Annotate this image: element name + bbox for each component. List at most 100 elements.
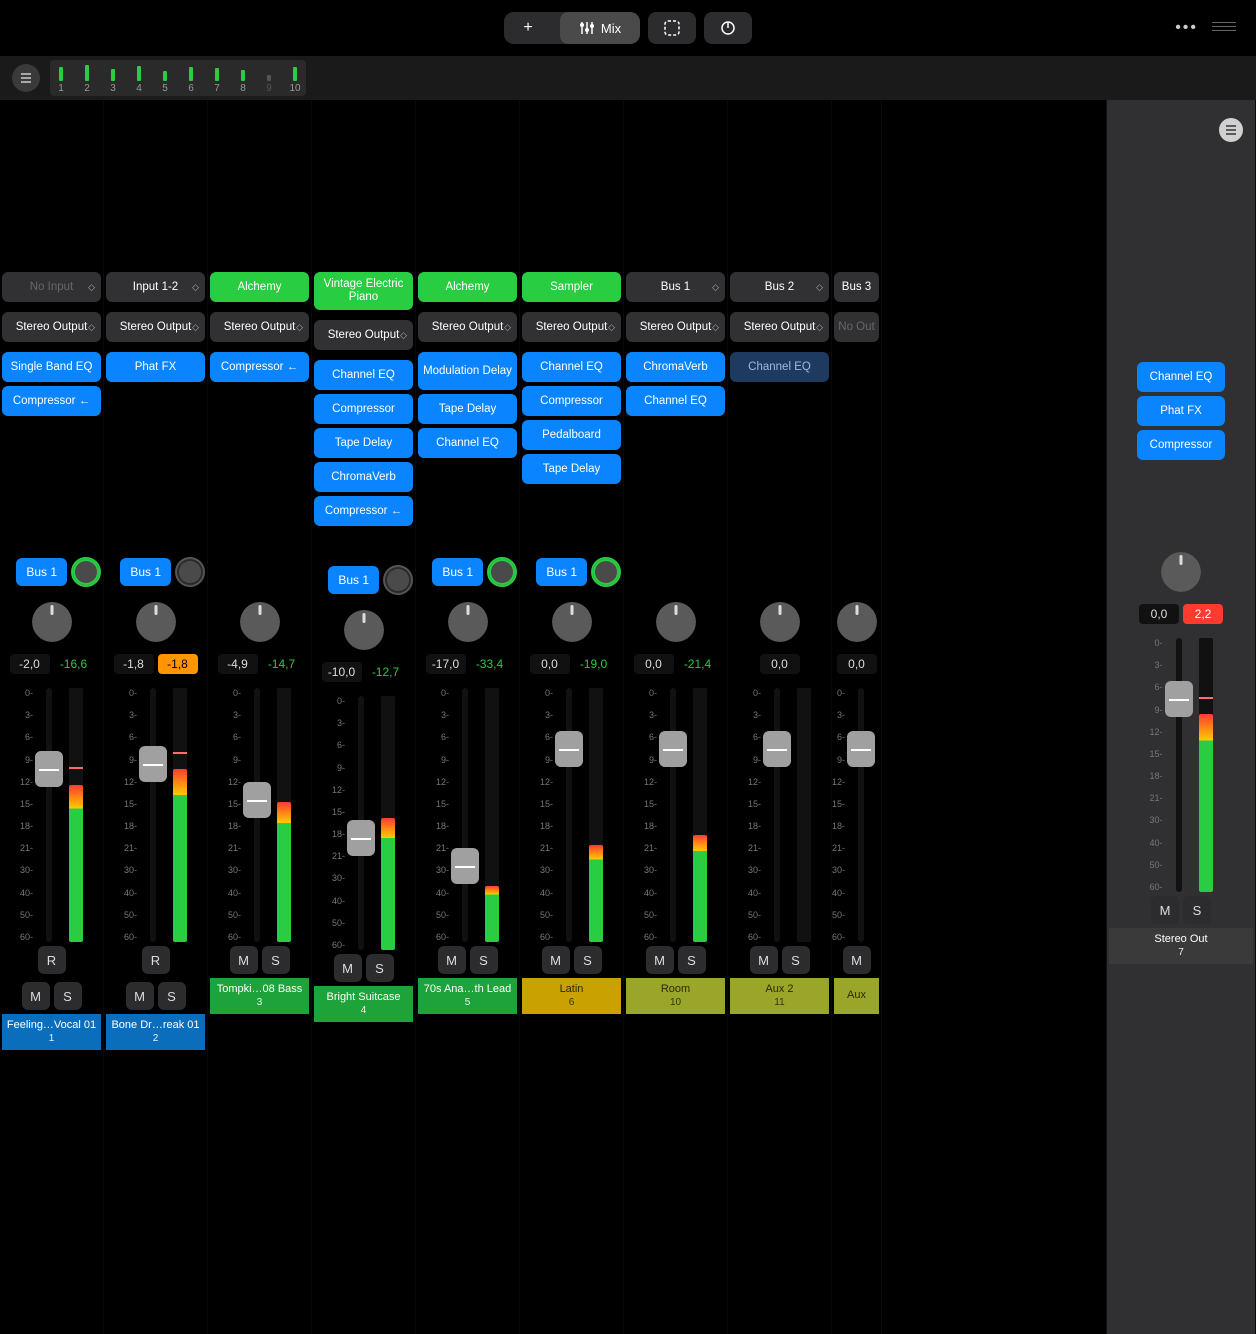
fader[interactable] xyxy=(555,688,583,942)
fader-cap[interactable] xyxy=(35,751,63,787)
solo-button[interactable]: S xyxy=(1183,896,1211,924)
track-name-plate[interactable]: Room 10 xyxy=(626,978,725,1014)
record-button[interactable]: R xyxy=(38,946,66,974)
pan-knob[interactable] xyxy=(448,602,488,642)
channel-slot[interactable]: Alchemy xyxy=(210,272,309,302)
channel-slot[interactable]: Phat FX xyxy=(106,352,205,382)
channel-slot[interactable]: Channel EQ xyxy=(522,352,621,382)
channel-slot[interactable]: Channel EQ xyxy=(1137,362,1225,392)
channel-slot[interactable]: Stereo Output◇ xyxy=(522,312,621,342)
fader[interactable] xyxy=(451,688,479,942)
fader[interactable] xyxy=(847,688,875,942)
channel-slot[interactable]: Compressor ← xyxy=(210,352,309,382)
master-menu-button[interactable] xyxy=(1219,118,1243,142)
track-name-plate[interactable]: 70s Ana…th Lead 5 xyxy=(418,978,517,1014)
channel-slot[interactable]: Input 1-2◇ xyxy=(106,272,205,302)
overview-track[interactable]: 1 xyxy=(54,67,68,94)
mix-button[interactable]: Mix xyxy=(560,12,640,44)
overview-track[interactable]: 4 xyxy=(132,66,146,94)
pan-knob[interactable] xyxy=(240,602,280,642)
more-button[interactable]: ••• xyxy=(1175,19,1198,37)
track-name-plate[interactable]: Feeling…Vocal 01 1 xyxy=(2,1014,101,1050)
fader[interactable] xyxy=(243,688,271,942)
channel-slot[interactable]: Stereo Output◇ xyxy=(2,312,101,342)
channel-slot[interactable]: Sampler xyxy=(522,272,621,302)
mute-button[interactable]: M xyxy=(646,946,674,974)
channel-slot[interactable]: Pedalboard xyxy=(522,420,621,450)
channel-slot[interactable]: Modulation Delay xyxy=(418,352,517,390)
overview-track[interactable]: 10 xyxy=(288,67,302,94)
mute-button[interactable]: M xyxy=(334,954,362,982)
channel-slot[interactable]: Phat FX xyxy=(1137,396,1225,426)
fader-cap[interactable] xyxy=(1165,681,1193,717)
fader[interactable] xyxy=(763,688,791,942)
send-button[interactable]: Bus 1 xyxy=(536,558,587,586)
send-button[interactable]: Bus 1 xyxy=(432,558,483,586)
channel-slot[interactable]: ChromaVerb xyxy=(626,352,725,382)
channel-slot[interactable]: Channel EQ xyxy=(730,352,829,382)
mute-button[interactable]: M xyxy=(750,946,778,974)
fader[interactable] xyxy=(35,688,63,942)
send-button[interactable]: Bus 1 xyxy=(120,558,171,586)
send-button[interactable]: Bus 1 xyxy=(16,558,67,586)
fader-cap[interactable] xyxy=(139,746,167,782)
overview-track[interactable]: 8 xyxy=(236,70,250,94)
send-knob[interactable] xyxy=(175,557,205,587)
solo-button[interactable]: S xyxy=(782,946,810,974)
channel-slot[interactable]: Compressor xyxy=(522,386,621,416)
channel-slot[interactable]: Bus 3 xyxy=(834,272,879,302)
pan-knob[interactable] xyxy=(552,602,592,642)
send-button[interactable]: Bus 1 xyxy=(328,566,379,594)
fader-cap[interactable] xyxy=(659,731,687,767)
overview-track[interactable]: 7 xyxy=(210,68,224,94)
pan-knob[interactable] xyxy=(32,602,72,642)
channel-slot[interactable]: Tape Delay xyxy=(522,454,621,484)
power-button[interactable] xyxy=(704,12,752,44)
record-button[interactable]: R xyxy=(142,946,170,974)
fader-cap[interactable] xyxy=(347,820,375,856)
channel-slot[interactable]: Stereo Output◇ xyxy=(210,312,309,342)
track-name-plate[interactable]: Bright Suitcase 4 xyxy=(314,986,413,1022)
channel-slot[interactable]: Tape Delay xyxy=(314,428,413,458)
mute-button[interactable]: M xyxy=(843,946,871,974)
drag-handle-icon[interactable] xyxy=(1212,22,1236,34)
channel-slot[interactable]: Vintage Electric Piano xyxy=(314,272,413,310)
track-name-plate[interactable]: Stereo Out 7 xyxy=(1109,928,1253,964)
overview-menu-button[interactable] xyxy=(12,64,40,92)
pan-knob[interactable] xyxy=(136,602,176,642)
track-name-plate[interactable]: Aux 2 11 xyxy=(730,978,829,1014)
overview-track[interactable]: 5 xyxy=(158,71,172,94)
track-name-plate[interactable]: Aux xyxy=(834,978,879,1014)
channel-slot[interactable]: Stereo Output◇ xyxy=(314,320,413,350)
send-knob[interactable] xyxy=(71,557,101,587)
channel-slot[interactable]: Alchemy xyxy=(418,272,517,302)
send-knob[interactable] xyxy=(383,565,413,595)
solo-button[interactable]: S xyxy=(54,982,82,1010)
pan-knob[interactable] xyxy=(656,602,696,642)
channel-slot[interactable]: Single Band EQ xyxy=(2,352,101,382)
solo-button[interactable]: S xyxy=(158,982,186,1010)
send-knob[interactable] xyxy=(591,557,621,587)
channel-slot[interactable]: ChromaVerb xyxy=(314,462,413,492)
channel-slot[interactable]: Stereo Output◇ xyxy=(106,312,205,342)
mute-button[interactable]: M xyxy=(230,946,258,974)
fader[interactable] xyxy=(347,696,375,950)
fader-cap[interactable] xyxy=(847,731,875,767)
channel-slot[interactable]: Compressor xyxy=(1137,430,1225,460)
overview-track[interactable]: 9 xyxy=(262,75,276,94)
fader[interactable] xyxy=(1165,638,1193,892)
solo-button[interactable]: S xyxy=(366,954,394,982)
mute-button[interactable]: M xyxy=(542,946,570,974)
overview-tracks[interactable]: 12345678910 xyxy=(50,60,306,96)
selection-button[interactable] xyxy=(648,12,696,44)
overview-track[interactable]: 2 xyxy=(80,65,94,94)
fader-cap[interactable] xyxy=(451,848,479,884)
mute-button[interactable]: M xyxy=(126,982,154,1010)
pan-knob[interactable] xyxy=(344,610,384,650)
solo-button[interactable]: S xyxy=(678,946,706,974)
fader[interactable] xyxy=(659,688,687,942)
pan-knob[interactable] xyxy=(760,602,800,642)
channel-slot[interactable]: Bus 2◇ xyxy=(730,272,829,302)
solo-button[interactable]: S xyxy=(574,946,602,974)
fader[interactable] xyxy=(139,688,167,942)
